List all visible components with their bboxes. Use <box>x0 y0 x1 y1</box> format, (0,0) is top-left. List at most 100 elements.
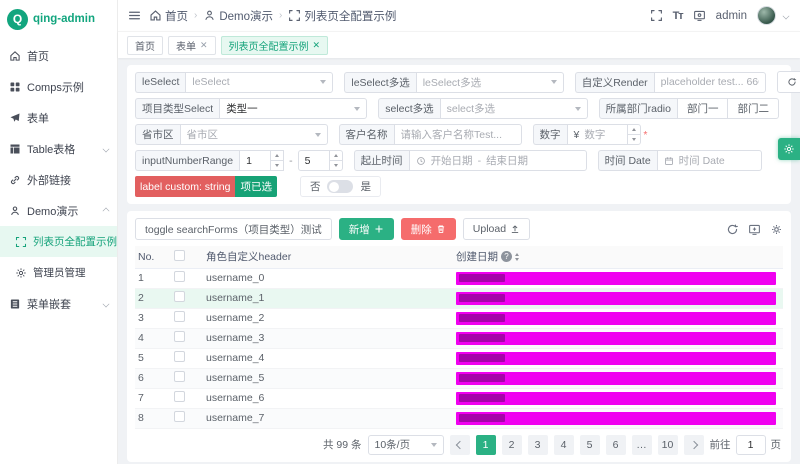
sort-icon[interactable] <box>515 253 519 261</box>
select-multi-dropdown[interactable]: select多选 <box>440 98 588 119</box>
table-row[interactable]: 7username_6 <box>135 388 783 408</box>
chevron-down-icon <box>551 80 557 84</box>
row-checkbox[interactable] <box>174 371 185 382</box>
range-to-wrap <box>298 150 343 171</box>
trash-icon <box>436 224 446 234</box>
range-to-stepper[interactable] <box>329 151 342 170</box>
le-select-multi-dropdown[interactable]: leSelect多选 <box>416 72 564 93</box>
user-icon <box>9 205 21 217</box>
hamburger-icon[interactable] <box>128 9 141 22</box>
row-checkbox[interactable] <box>174 271 185 282</box>
form-row-2: 项目类型Select 类型一 select多选 select多选 <box>135 98 783 119</box>
range-to-input[interactable] <box>299 151 329 170</box>
page-button-5[interactable]: 5 <box>580 435 600 455</box>
row-checkbox[interactable] <box>174 291 185 302</box>
add-button[interactable]: 新增 <box>339 218 394 240</box>
page-button-4[interactable]: 4 <box>554 435 574 455</box>
step-down-icon[interactable] <box>628 135 640 144</box>
upload-button[interactable]: Upload <box>463 218 530 240</box>
select-all-checkbox[interactable] <box>174 250 185 261</box>
close-icon[interactable]: ✕ <box>313 40 321 51</box>
amount-input-wrap: ¥ <box>567 124 642 145</box>
step-down-icon[interactable] <box>330 161 342 170</box>
toggle-switch[interactable] <box>327 180 353 193</box>
table-row[interactable]: 3username_2 <box>135 308 783 328</box>
page-ellipsis[interactable]: … <box>632 435 652 455</box>
table-row[interactable]: 5username_4 <box>135 348 783 368</box>
sidebar-item-list-page-demo[interactable]: 列表页全配置示例 <box>0 226 117 257</box>
amount-stepper[interactable] <box>627 125 640 144</box>
avatar[interactable] <box>757 6 776 25</box>
table-row[interactable]: 2username_1 <box>135 288 783 308</box>
screen-lock-icon[interactable] <box>693 9 706 22</box>
logo[interactable]: Q qing-admin <box>0 0 117 38</box>
sidebar-item-demo[interactable]: Demo演示 <box>0 195 117 226</box>
nested-menu-icon <box>9 298 21 310</box>
row-checkbox[interactable] <box>174 351 185 362</box>
region-dropdown[interactable]: 省市区 <box>180 124 328 145</box>
page-button-10[interactable]: 10 <box>658 435 678 455</box>
sidebar-item-table[interactable]: Table表格 <box>0 133 117 164</box>
row-checkbox[interactable] <box>174 411 185 422</box>
close-icon[interactable]: ✕ <box>200 40 208 51</box>
range-from-stepper[interactable] <box>270 151 283 170</box>
page-button-3[interactable]: 3 <box>528 435 548 455</box>
cell-no: 8 <box>135 408 171 428</box>
table-row[interactable]: 1username_0 <box>135 268 783 288</box>
table-row[interactable]: 8username_7 <box>135 408 783 428</box>
row-checkbox[interactable] <box>174 391 185 402</box>
switch-field: 否 是 <box>300 176 381 197</box>
range-from-input[interactable] <box>240 151 270 170</box>
sidebar-item-nested-menu[interactable]: 菜单嵌套 <box>0 288 117 319</box>
fullscreen-table-icon[interactable] <box>748 223 761 236</box>
next-page-button[interactable] <box>684 435 704 455</box>
row-checkbox[interactable] <box>174 311 185 322</box>
chevron-down-icon <box>103 145 110 152</box>
sidebar-item-home[interactable]: 首页 <box>0 40 117 71</box>
tab-form[interactable]: 表单 ✕ <box>168 36 216 55</box>
prev-page-button[interactable] <box>450 435 470 455</box>
custom-render-input[interactable] <box>661 76 759 88</box>
breadcrumb-item-demo[interactable]: Demo演示 <box>203 8 273 24</box>
project-type-dropdown[interactable]: 类型一 <box>219 98 367 119</box>
table-body: 1username_0 2username_1 3username_2 4use… <box>135 268 783 428</box>
reset-button[interactable]: 重置 <box>777 71 800 93</box>
font-size-icon[interactable]: Tт <box>673 10 683 22</box>
column-settings-icon[interactable] <box>770 223 783 236</box>
help-icon[interactable]: ? <box>501 251 512 262</box>
page-button-1[interactable]: 1 <box>476 435 496 455</box>
table-row[interactable]: 4username_3 <box>135 328 783 348</box>
page-size-select[interactable]: 10条/页 <box>368 435 444 455</box>
sidebar-item-comps[interactable]: Comps示例 <box>0 71 117 102</box>
step-up-icon[interactable] <box>330 151 342 161</box>
goto-page-input[interactable] <box>736 435 766 455</box>
dept-radio-option-2[interactable]: 部门二 <box>727 98 779 119</box>
toggle-search-forms-button[interactable]: toggle searchForms（项目类型）测试 <box>135 218 332 240</box>
settings-fab[interactable] <box>778 138 800 160</box>
step-down-icon[interactable] <box>271 161 283 170</box>
tab-home[interactable]: 首页 <box>127 36 163 55</box>
amount-input[interactable] <box>579 125 627 144</box>
date-range-picker[interactable]: 开始日期 - 结束日期 <box>409 150 587 171</box>
time-date-picker[interactable]: 时间 Date <box>657 150 762 171</box>
sidebar-item-admin-manage[interactable]: 管理员管理 <box>0 257 117 288</box>
sidebar-item-form[interactable]: 表单 <box>0 102 117 133</box>
row-checkbox[interactable] <box>174 331 185 342</box>
step-up-icon[interactable] <box>628 125 640 135</box>
customer-name-input[interactable] <box>401 129 515 141</box>
sidebar-item-external-link[interactable]: 外部链接 <box>0 164 117 195</box>
field-label: 省市区 <box>135 124 180 145</box>
chevron-down-icon[interactable] <box>783 12 790 19</box>
delete-button[interactable]: 删除 <box>401 218 456 240</box>
breadcrumb-item-home[interactable]: 首页 <box>149 8 188 24</box>
table-row[interactable]: 6username_5 <box>135 368 783 388</box>
dept-radio-option-1[interactable]: 部门一 <box>677 98 729 119</box>
step-up-icon[interactable] <box>271 151 283 161</box>
page-button-6[interactable]: 6 <box>606 435 626 455</box>
date-bar <box>456 272 776 285</box>
le-select-dropdown[interactable]: leSelect <box>185 72 333 93</box>
page-button-2[interactable]: 2 <box>502 435 522 455</box>
tab-list-page-demo[interactable]: 列表页全配置示例 ✕ <box>221 36 329 55</box>
fullscreen-icon[interactable] <box>650 9 663 22</box>
refresh-icon[interactable] <box>726 223 739 236</box>
